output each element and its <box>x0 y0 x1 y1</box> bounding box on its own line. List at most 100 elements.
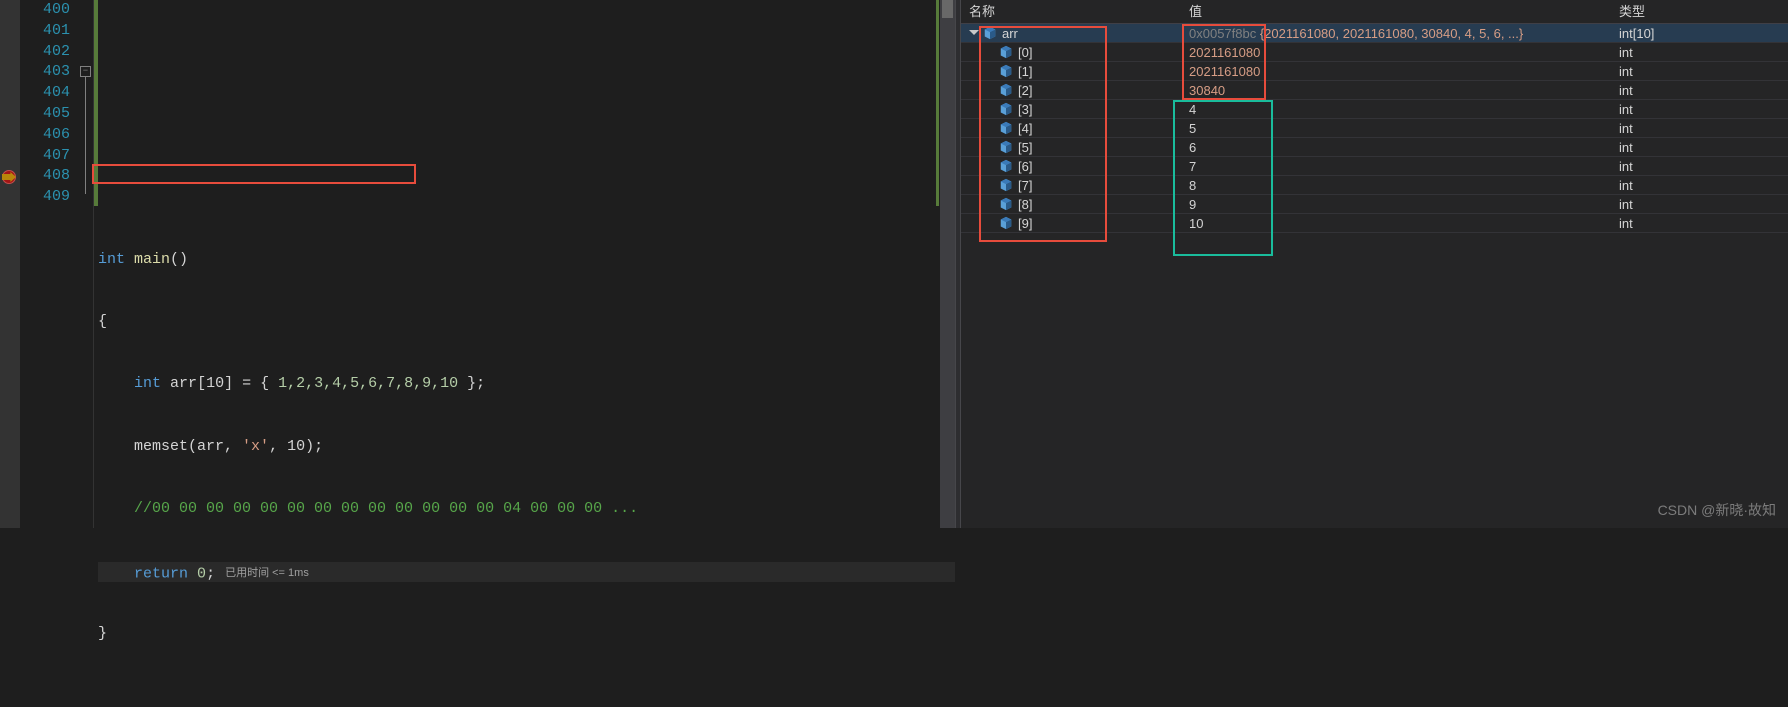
watch-row[interactable]: [8] 9 int <box>961 195 1788 214</box>
fold-margin[interactable]: − <box>80 0 94 528</box>
variable-icon <box>999 83 1013 97</box>
code-line[interactable]: int arr[10] = { 1,2,3,4,5,6,7,8,9,10 }; <box>98 374 955 395</box>
watch-cell-value[interactable]: 7 <box>1181 157 1611 176</box>
line-number: 409 <box>20 187 70 208</box>
watch-cell-name[interactable]: arr <box>961 24 1181 43</box>
watch-cell-name[interactable]: [8] <box>961 195 1181 214</box>
value-text: {2021161080, 2021161080, 30840, 4, 5, 6,… <box>1260 26 1523 41</box>
variable-name: [5] <box>1018 138 1032 157</box>
code-line[interactable]: } <box>98 624 955 645</box>
expander-icon[interactable] <box>969 28 979 38</box>
watch-cell-name[interactable]: [9] <box>961 214 1181 233</box>
watch-cell-type: int <box>1611 157 1788 176</box>
watch-cell-value[interactable]: 4 <box>1181 100 1611 119</box>
variable-name: arr <box>1002 24 1018 43</box>
code-line-current[interactable]: return 0;已用时间 <= 1ms <box>98 562 955 583</box>
watch-cell-name[interactable]: [5] <box>961 138 1181 157</box>
code-line[interactable]: //00 00 00 00 00 00 00 00 00 00 00 00 00… <box>98 499 955 520</box>
watch-row[interactable]: [7] 8 int <box>961 176 1788 195</box>
watch-cell-type: int <box>1611 119 1788 138</box>
watch-cell-type: int <box>1611 81 1788 100</box>
vertical-scrollbar[interactable] <box>940 0 955 528</box>
variable-name: [8] <box>1018 195 1032 214</box>
watch-cell-value[interactable]: 6 <box>1181 138 1611 157</box>
watch-header-type[interactable]: 类型 <box>1611 0 1788 24</box>
code-line[interactable] <box>98 187 955 208</box>
value-text: 9 <box>1189 197 1196 212</box>
value-text: 5 <box>1189 121 1196 136</box>
watch-row[interactable]: [1]2021161080int <box>961 62 1788 81</box>
code-line[interactable] <box>98 125 955 146</box>
line-number: 402 <box>20 42 70 63</box>
watermark: CSDN @新晓·故知 <box>1658 500 1776 520</box>
change-indicator <box>94 0 98 206</box>
watch-row[interactable]: [4] 5 int <box>961 119 1788 138</box>
variable-icon <box>999 64 1013 78</box>
annotation-box <box>92 164 416 184</box>
variable-name: [9] <box>1018 214 1032 233</box>
code-text-area[interactable]: int main() { int arr[10] = { 1,2,3,4,5,6… <box>94 0 955 528</box>
variable-icon <box>999 178 1013 192</box>
watch-cell-name[interactable]: [7] <box>961 176 1181 195</box>
code-editor-pane: 400 401 402 403 404 405 406 407 408 409 … <box>0 0 955 528</box>
value-text: 8 <box>1189 178 1196 193</box>
variable-name: [4] <box>1018 119 1032 138</box>
code-line[interactable] <box>98 62 955 83</box>
watch-cell-value[interactable]: 30840 <box>1181 81 1611 100</box>
watch-cell-name[interactable]: [4] <box>961 119 1181 138</box>
watch-cell-type: int <box>1611 100 1788 119</box>
watch-cell-name[interactable]: [0] <box>961 43 1181 62</box>
change-indicator <box>936 0 939 206</box>
variable-name: [2] <box>1018 81 1032 100</box>
value-text: 30840 <box>1189 83 1225 98</box>
scrollbar-thumb[interactable] <box>942 0 953 18</box>
watch-row[interactable]: [3] 4int <box>961 100 1788 119</box>
watch-row[interactable]: [2] 30840 int <box>961 81 1788 100</box>
watch-row[interactable]: [0] 2021161080int <box>961 43 1788 62</box>
code-line[interactable]: memset(arr, 'x', 10); <box>98 437 955 458</box>
variable-name: [0] <box>1018 43 1032 62</box>
watch-row[interactable]: [5] 6int <box>961 138 1788 157</box>
variable-icon <box>999 102 1013 116</box>
line-number: 406 <box>20 125 70 146</box>
variable-icon <box>999 45 1013 59</box>
watch-header-value[interactable]: 值 <box>1181 0 1611 24</box>
watch-cell-name[interactable]: [6] <box>961 157 1181 176</box>
line-number: 401 <box>20 21 70 42</box>
watch-cell-value[interactable]: 9 <box>1181 195 1611 214</box>
variable-name: [1] <box>1018 62 1032 81</box>
watch-cell-type: int <box>1611 43 1788 62</box>
watch-cell-name[interactable]: [1] <box>961 62 1181 81</box>
watch-cell-value[interactable]: 2021161080 <box>1181 43 1611 62</box>
watch-row[interactable]: [9]10int <box>961 214 1788 233</box>
value-text: 10 <box>1189 216 1203 231</box>
variable-icon <box>999 121 1013 135</box>
fold-guide <box>85 77 86 194</box>
variable-name: [3] <box>1018 100 1032 119</box>
watch-header-name[interactable]: 名称 <box>961 0 1181 24</box>
watch-cell-name[interactable]: [2] <box>961 81 1181 100</box>
code-line[interactable]: { <box>98 312 955 333</box>
watch-cell-value[interactable]: 5 <box>1181 119 1611 138</box>
watch-cell-type: int <box>1611 195 1788 214</box>
line-number: 404 <box>20 83 70 104</box>
watch-header-row: 名称 值 类型 <box>961 0 1788 24</box>
line-number: 400 <box>20 0 70 21</box>
watch-cell-value[interactable]: 10 <box>1181 214 1611 233</box>
watch-row[interactable]: [6]7int <box>961 157 1788 176</box>
line-number-gutter: 400 401 402 403 404 405 406 407 408 409 <box>20 0 80 528</box>
watch-cell-type: int[10] <box>1611 24 1788 43</box>
breakpoint-margin[interactable] <box>0 0 20 528</box>
watch-cell-value[interactable]: 0x0057f8bc {2021161080, 2021161080, 3084… <box>1181 24 1611 43</box>
variable-icon <box>999 140 1013 154</box>
code-line[interactable]: int main() <box>98 250 955 271</box>
watch-cell-type: int <box>1611 176 1788 195</box>
fold-toggle-icon[interactable]: − <box>80 66 91 77</box>
watch-panel: 名称 值 类型 arr 0x0057f8bc {2021161080, 20211… <box>961 0 1788 528</box>
watch-cell-value[interactable]: 2021161080 <box>1181 62 1611 81</box>
watch-cell-name[interactable]: [3] <box>961 100 1181 119</box>
variable-name: [7] <box>1018 176 1032 195</box>
watch-row[interactable]: arr 0x0057f8bc {2021161080, 2021161080, 3… <box>961 24 1788 43</box>
watch-cell-type: int <box>1611 138 1788 157</box>
watch-cell-value[interactable]: 8 <box>1181 176 1611 195</box>
